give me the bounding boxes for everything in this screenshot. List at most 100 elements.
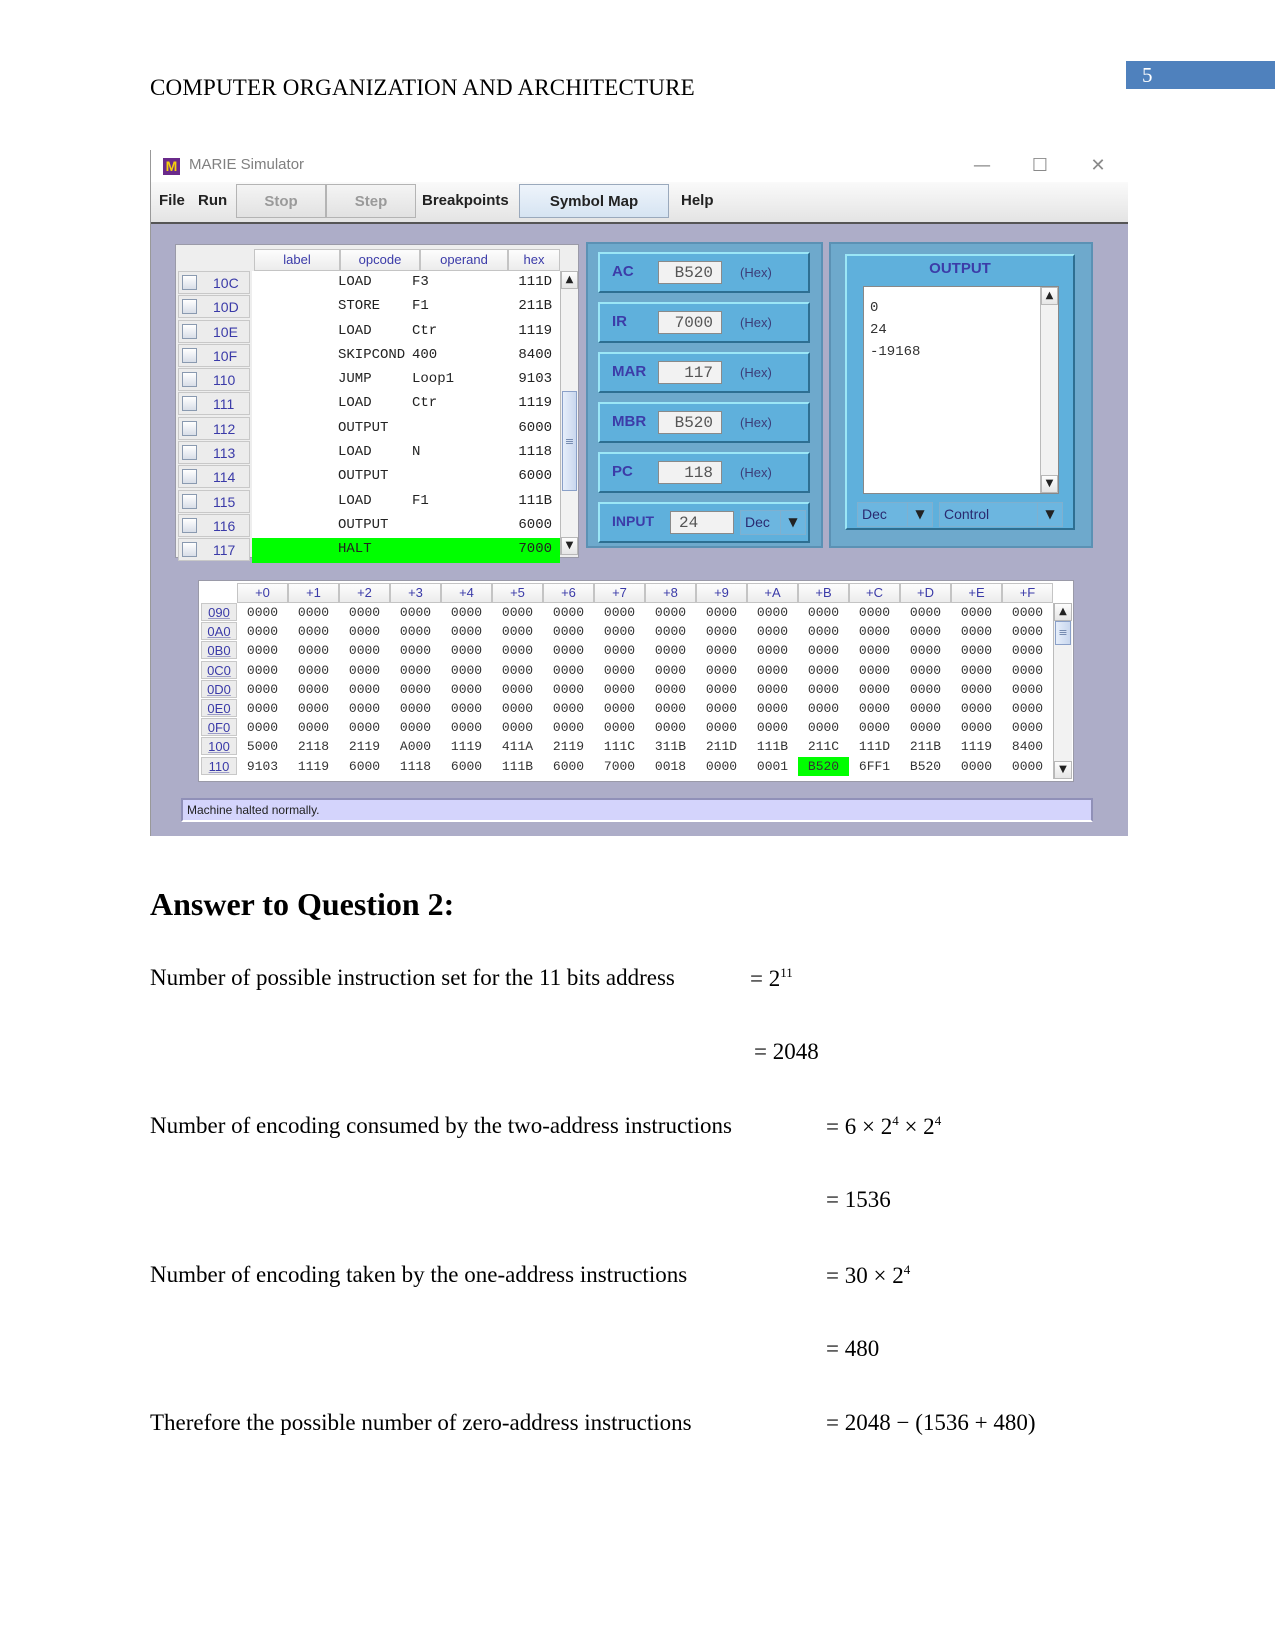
memory-cell[interactable]: 0000 (543, 641, 594, 660)
memory-cell[interactable]: 0000 (849, 718, 900, 737)
memory-cell[interactable]: 0000 (798, 641, 849, 660)
scroll-thumb[interactable]: ≡ (562, 391, 577, 491)
memory-cell[interactable]: 0000 (900, 603, 951, 622)
program-row[interactable]: 115 LOAD F1 111B (176, 489, 560, 514)
memory-cell[interactable]: 0000 (237, 603, 288, 622)
memory-cell[interactable]: 0000 (900, 718, 951, 737)
memory-cell[interactable]: 0000 (1002, 680, 1053, 699)
memory-cell[interactable]: 0000 (849, 622, 900, 641)
breakpoint-checkbox[interactable] (182, 323, 197, 339)
memory-cell[interactable]: 211B (900, 737, 951, 756)
breakpoint-checkbox[interactable] (182, 445, 197, 461)
memory-cell[interactable]: 0000 (390, 680, 441, 699)
memory-cell[interactable]: 0000 (849, 661, 900, 680)
memory-cell[interactable]: 0000 (747, 699, 798, 718)
scroll-up-icon[interactable]: ▲ (1041, 287, 1058, 305)
memory-cell[interactable]: 0000 (696, 661, 747, 680)
symbol-map-button[interactable]: Symbol Map (519, 184, 669, 218)
memory-cell[interactable]: 0000 (798, 680, 849, 699)
memory-cell[interactable]: 0000 (696, 680, 747, 699)
memory-cell[interactable]: 5000 (237, 737, 288, 756)
memory-cell[interactable]: 0000 (339, 641, 390, 660)
memory-cell[interactable]: 211D (696, 737, 747, 756)
memory-cell[interactable]: 0000 (594, 603, 645, 622)
memory-cell[interactable]: 0000 (645, 718, 696, 737)
memory-cell[interactable]: 0000 (441, 603, 492, 622)
program-row[interactable]: 114 OUTPUT 6000 (176, 465, 560, 490)
memory-cell[interactable]: 0000 (441, 661, 492, 680)
memory-cell[interactable]: 0000 (492, 718, 543, 737)
output-control-select[interactable]: Control ▼ (939, 502, 1063, 527)
memory-cell[interactable]: 111D (849, 737, 900, 756)
scroll-down-icon[interactable]: ▼ (561, 537, 578, 555)
memory-cell[interactable]: 111B (747, 737, 798, 756)
memory-cell[interactable]: 0000 (696, 757, 747, 776)
menu-help[interactable]: Help (681, 192, 714, 209)
memory-cell[interactable]: 0000 (492, 641, 543, 660)
program-row[interactable]: 112 OUTPUT 6000 (176, 416, 560, 442)
memory-cell[interactable]: 1119 (441, 737, 492, 756)
program-row[interactable]: 111 LOAD Ctr 1119 (176, 392, 560, 417)
memory-cell[interactable]: 0000 (492, 603, 543, 622)
memory-cell[interactable]: 1119 (951, 737, 1002, 756)
memory-cell[interactable]: 0000 (951, 641, 1002, 660)
menu-breakpoints[interactable]: Breakpoints (422, 192, 509, 209)
memory-cell[interactable]: 0000 (696, 603, 747, 622)
memory-cell[interactable]: 111C (594, 737, 645, 756)
memory-cell[interactable]: 0000 (747, 718, 798, 737)
memory-cell[interactable]: 0000 (747, 680, 798, 699)
program-scrollbar[interactable]: ▲ ≡ ▼ (560, 271, 578, 555)
memory-cell[interactable]: 0000 (543, 718, 594, 737)
memory-cell[interactable]: 2119 (543, 737, 594, 756)
memory-cell[interactable]: 0000 (798, 718, 849, 737)
memory-cell[interactable]: 0000 (747, 622, 798, 641)
memory-cell[interactable]: B520 (798, 756, 849, 776)
memory-cell[interactable]: 0000 (798, 661, 849, 680)
memory-cell[interactable]: 0000 (492, 699, 543, 718)
memory-cell[interactable]: 0000 (1002, 757, 1053, 776)
breakpoint-checkbox[interactable] (182, 542, 197, 558)
memory-cell[interactable]: 0000 (1002, 622, 1053, 641)
memory-cell[interactable]: 0000 (1002, 718, 1053, 737)
memory-cell[interactable]: 2119 (339, 737, 390, 756)
menu-run[interactable]: Run (198, 192, 227, 209)
memory-cell[interactable]: 0000 (441, 680, 492, 699)
memory-cell[interactable]: 1119 (288, 757, 339, 776)
memory-cell[interactable]: 0000 (339, 622, 390, 641)
memory-cell[interactable]: 0000 (951, 699, 1002, 718)
memory-cell[interactable]: 9103 (237, 757, 288, 776)
breakpoint-checkbox[interactable] (182, 347, 197, 363)
program-row[interactable]: 10F SKIPCOND 400 8400 (176, 343, 560, 369)
memory-cell[interactable]: 0000 (594, 699, 645, 718)
input-mode-select[interactable]: Dec ▼ (740, 510, 806, 535)
memory-cell[interactable]: 0000 (390, 699, 441, 718)
program-row[interactable]: 117 HALT 7000 (176, 538, 560, 563)
memory-cell[interactable]: 0000 (900, 699, 951, 718)
memory-cell[interactable]: 111B (492, 757, 543, 776)
memory-cell[interactable]: 211C (798, 737, 849, 756)
scroll-thumb[interactable]: ≡ (1055, 621, 1071, 645)
memory-cell[interactable]: 8400 (1002, 737, 1053, 756)
memory-cell[interactable]: 0000 (1002, 641, 1053, 660)
memory-cell[interactable]: 0000 (288, 680, 339, 699)
memory-cell[interactable]: 0000 (441, 718, 492, 737)
memory-cell[interactable]: 0000 (543, 622, 594, 641)
memory-cell[interactable]: 0000 (288, 603, 339, 622)
memory-cell[interactable]: 0000 (594, 680, 645, 699)
breakpoint-checkbox[interactable] (182, 469, 197, 485)
memory-cell[interactable]: 0000 (951, 661, 1002, 680)
memory-cell[interactable]: 0000 (951, 603, 1002, 622)
close-icon[interactable]: ✕ (1078, 154, 1118, 178)
chevron-down-icon[interactable]: ▼ (1037, 503, 1062, 526)
memory-cell[interactable]: 0000 (747, 641, 798, 660)
memory-cell[interactable]: 0000 (645, 641, 696, 660)
memory-cell[interactable]: 0000 (543, 699, 594, 718)
program-row[interactable]: 10C LOAD F3 111D (176, 271, 560, 296)
memory-cell[interactable]: 0000 (339, 661, 390, 680)
memory-cell[interactable]: 0000 (900, 622, 951, 641)
memory-cell[interactable]: 6000 (543, 757, 594, 776)
memory-cell[interactable]: 0018 (645, 757, 696, 776)
memory-cell[interactable]: 0000 (390, 641, 441, 660)
memory-scrollbar[interactable]: ▲ ≡ ▼ (1053, 603, 1072, 779)
memory-cell[interactable]: 0000 (951, 718, 1002, 737)
